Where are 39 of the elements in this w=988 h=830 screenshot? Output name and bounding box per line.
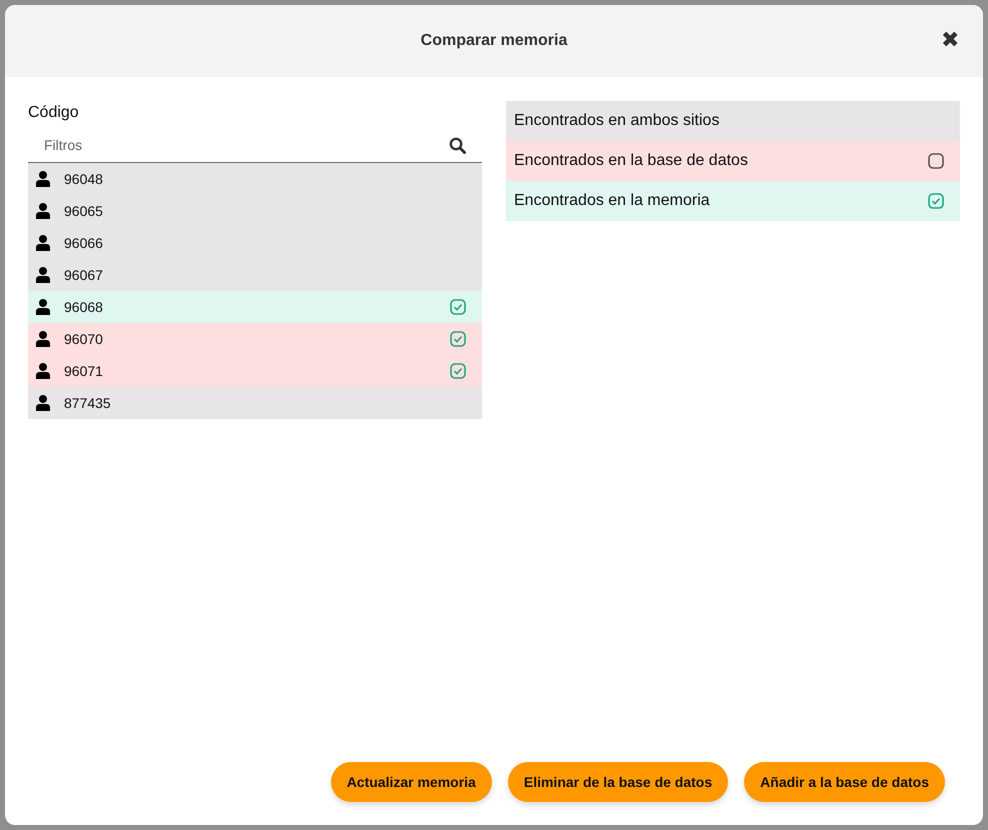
user-icon [36,267,50,283]
action-button[interactable]: Actualizar memoria [330,762,492,802]
checked-checkbox-icon[interactable] [450,363,466,379]
checked-checkbox-icon[interactable] [450,331,466,347]
user-icon [36,395,50,411]
code-row[interactable]: 96068 [28,291,482,323]
column-label: Código [28,104,80,122]
user-icon [36,203,50,219]
action-button[interactable]: Añadir a la base de datos [744,762,945,802]
action-button[interactable]: Eliminar de la base de datos [508,762,728,802]
code-text: 96070 [64,331,104,347]
code-text: 877435 [64,395,112,411]
user-icon [36,363,50,379]
code-row[interactable]: 96065 [28,195,482,227]
dialog-title: Comparar memoria [420,32,568,50]
code-text: 96048 [64,171,104,187]
code-text: 96065 [64,203,104,219]
user-icon [36,331,50,347]
code-text: 96068 [64,299,104,315]
code-row[interactable]: 96048 [28,163,482,195]
code-text: 96066 [64,235,104,251]
code-row[interactable]: 96071 [28,355,482,387]
user-icon [36,235,50,251]
legend-label: Encontrados en la memoria [514,192,711,210]
checked-checkbox-icon[interactable] [450,299,466,315]
checked-checkbox-icon[interactable] [928,193,944,209]
code-row[interactable]: 96066 [28,227,482,259]
code-row[interactable]: 877435 [28,387,482,419]
code-row[interactable]: 96067 [28,259,482,291]
search-icon[interactable] [449,137,466,154]
legend-label: Encontrados en ambos sitios [514,112,720,130]
close-button[interactable]: ✖ [941,29,959,51]
code-text: 96071 [64,363,104,379]
user-icon [36,299,50,315]
code-row[interactable]: 96070 [28,323,482,355]
user-icon [36,171,50,187]
code-text: 96067 [64,267,104,283]
checkbox-icon[interactable] [928,153,944,169]
legend-label: Encontrados en la base de datos [514,152,749,170]
